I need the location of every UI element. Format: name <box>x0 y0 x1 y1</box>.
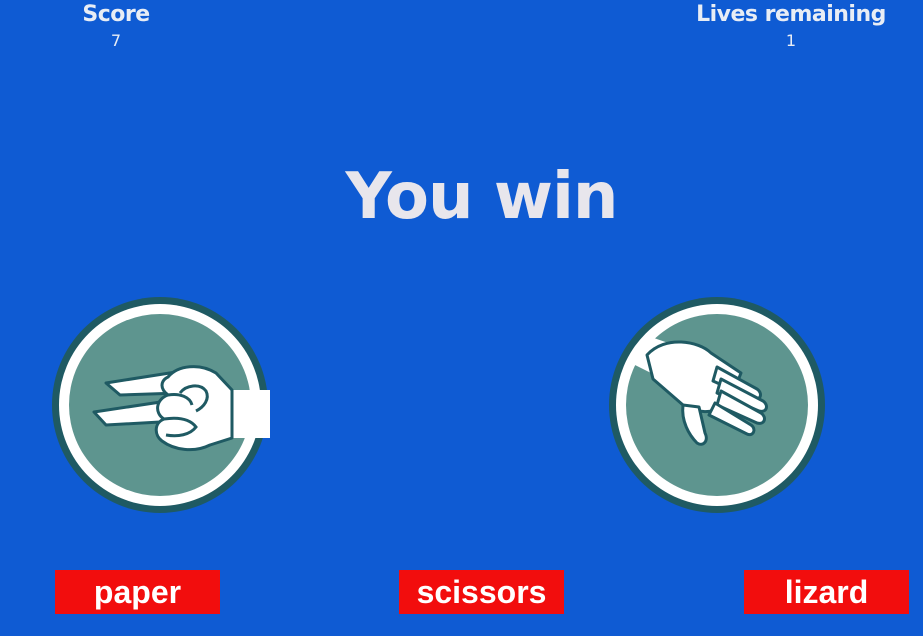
paper-button[interactable]: paper <box>55 570 220 614</box>
score-value: 7 <box>110 31 122 50</box>
scissors-hand-icon <box>50 295 270 515</box>
result-message: You win <box>345 160 619 234</box>
lives-label: Lives remaining <box>696 2 886 27</box>
score-panel: Score 7 <box>56 2 176 54</box>
scissors-button[interactable]: scissors <box>399 570 564 614</box>
lives-panel: Lives remaining 1 <box>691 2 891 54</box>
score-label: Score <box>82 2 150 27</box>
lives-value: 1 <box>785 31 797 50</box>
paper-hand-icon <box>607 295 827 515</box>
lizard-button[interactable]: lizard <box>744 570 909 614</box>
